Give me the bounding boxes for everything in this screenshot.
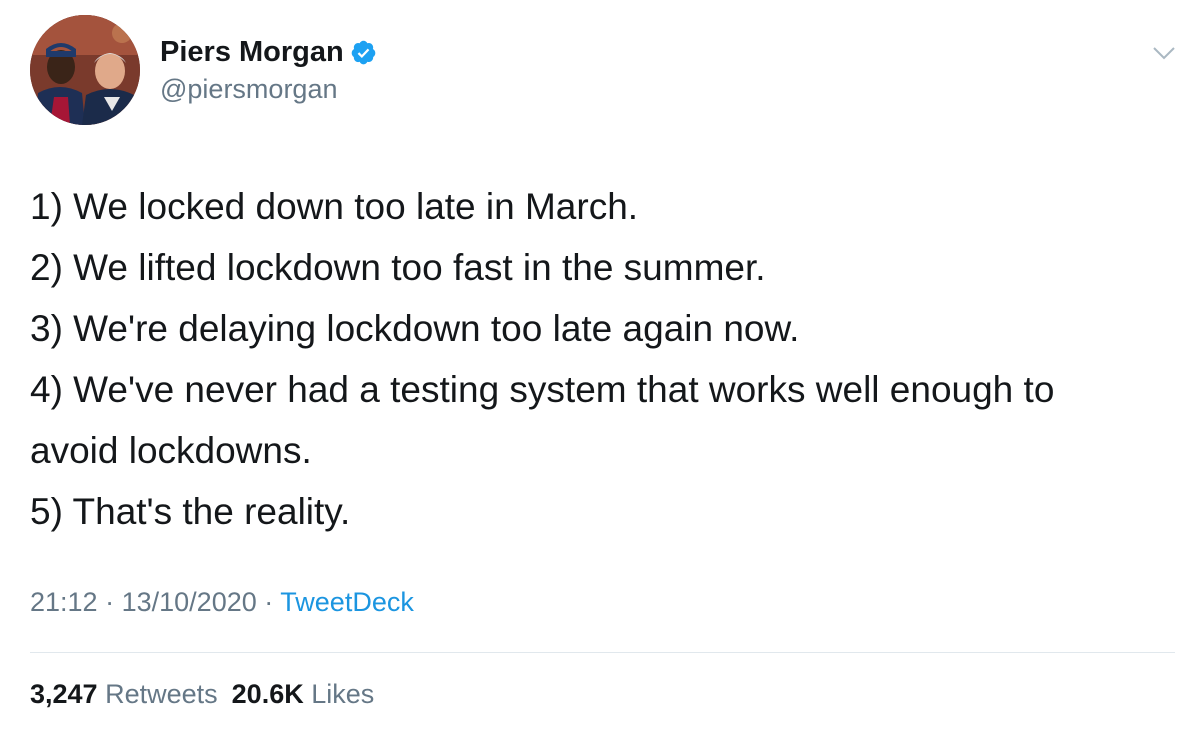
tweet-date[interactable]: 13/10/2020 [122, 587, 257, 617]
chevron-down-icon[interactable] [1151, 44, 1177, 62]
avatar-image [30, 15, 140, 125]
tweet-line: 1) We locked down too late in March. [30, 186, 639, 227]
tweet-line: avoid lockdowns. [30, 430, 312, 471]
retweets-stat[interactable]: 3,247 Retweets [30, 679, 218, 709]
tweet-line: 3) We're delaying lockdown too late agai… [30, 308, 800, 349]
divider [30, 652, 1175, 653]
tweet-text: 1) We locked down too late in March. 2) … [30, 176, 1180, 542]
tweet-stats: 3,247 Retweets 20.6K Likes [30, 679, 374, 710]
retweets-label: Retweets [105, 679, 218, 709]
tweet-source-link[interactable]: TweetDeck [280, 587, 414, 617]
author-display-name[interactable]: Piers Morgan [160, 36, 344, 69]
likes-label: Likes [311, 679, 375, 709]
retweets-count: 3,247 [30, 679, 98, 709]
meta-separator: · [105, 587, 115, 617]
author-name-row[interactable]: Piers Morgan [160, 34, 377, 70]
tweet-line: 4) We've never had a testing system that… [30, 369, 1055, 410]
author-handle[interactable]: @piersmorgan [160, 74, 337, 105]
tweet-line: 2) We lifted lockdown too fast in the su… [30, 247, 766, 288]
meta-separator: · [264, 587, 274, 617]
tweet-time[interactable]: 21:12 [30, 587, 98, 617]
tweet-meta: 21:12 · 13/10/2020 · TweetDeck [30, 587, 414, 618]
likes-count: 20.6K [231, 679, 304, 709]
avatar[interactable] [30, 15, 140, 125]
verified-badge-icon [350, 39, 377, 66]
tweet-line: 5) That's the reality. [30, 491, 351, 532]
likes-stat[interactable]: 20.6K Likes [232, 679, 375, 709]
